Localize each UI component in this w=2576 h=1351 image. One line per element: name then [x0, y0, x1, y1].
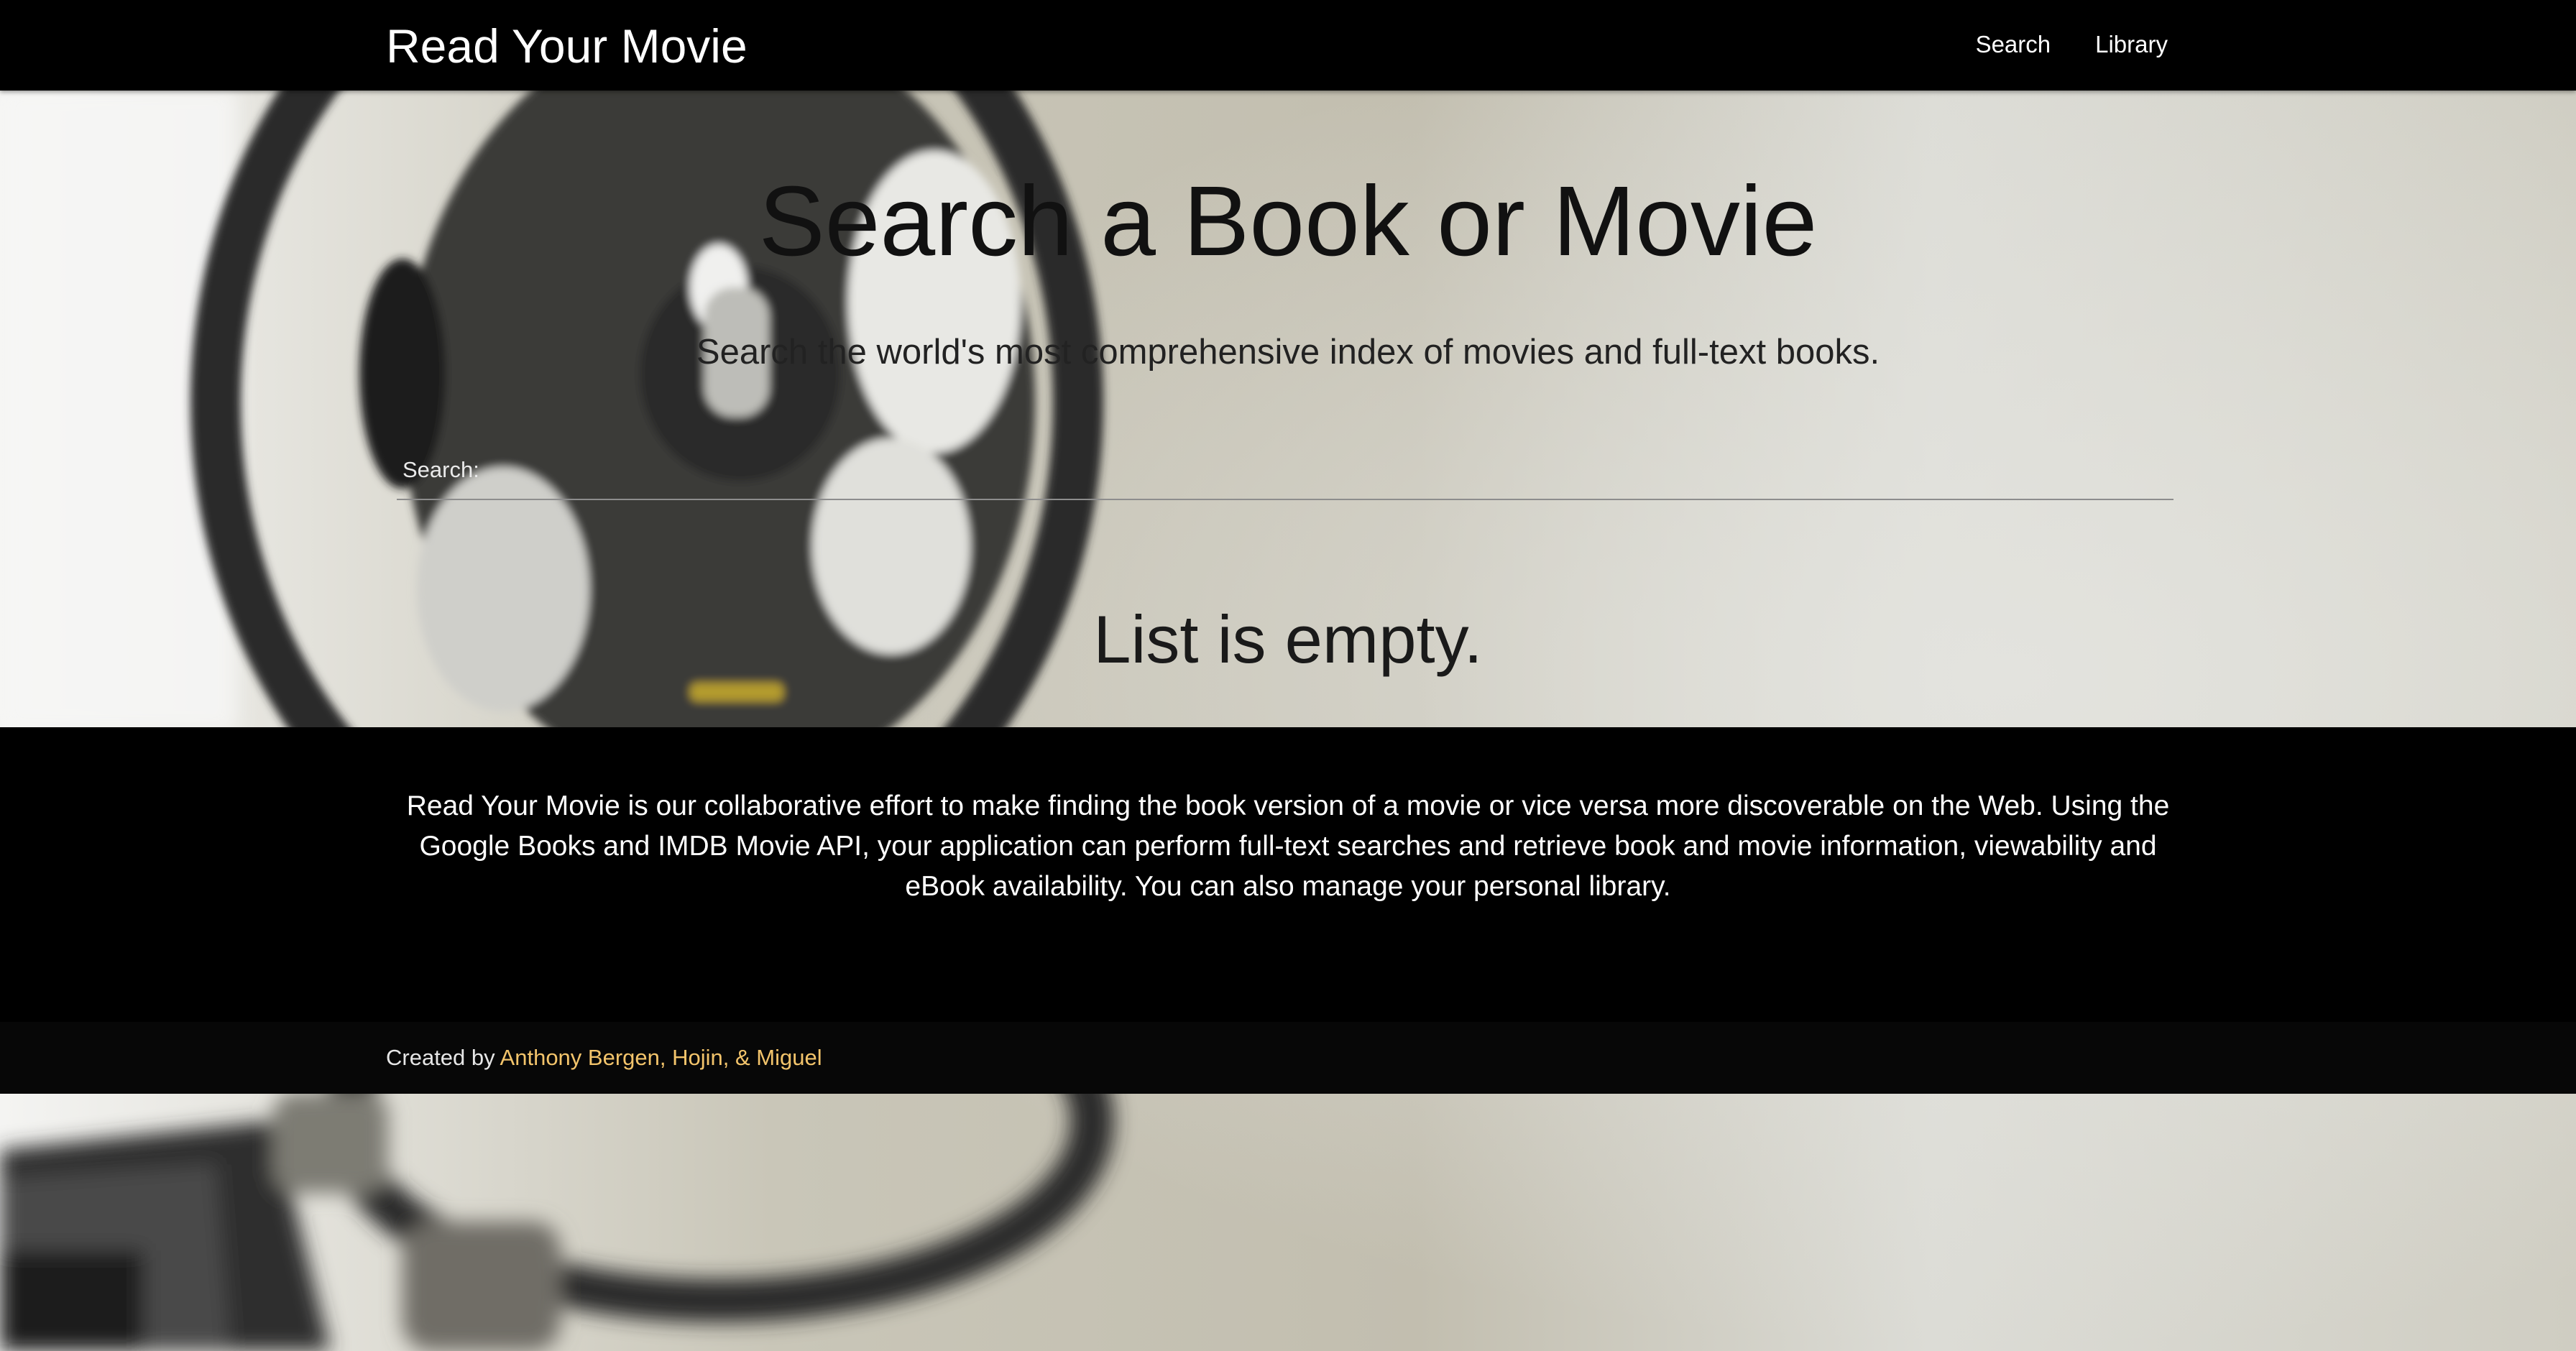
credits-text: Created by Anthony Bergen, Hojin, & Migu…	[386, 1042, 822, 1074]
brand-link[interactable]: Read Your Movie	[386, 17, 748, 75]
nav-link-library[interactable]: Library	[2095, 27, 2168, 62]
nav-link-search[interactable]: Search	[1976, 27, 2051, 62]
nav-links: Search Library	[1976, 27, 2168, 62]
credits-prefix: Created by	[386, 1045, 500, 1070]
footer-credits-bar: Created by Anthony Bergen, Hojin, & Migu…	[0, 1022, 2576, 1094]
top-navbar: Read Your Movie Search Library	[0, 0, 2576, 91]
footer: Read Your Movie is our collaborative eff…	[0, 727, 2576, 1022]
footer-description: Read Your Movie is our collaborative eff…	[406, 790, 2170, 902]
empty-list-message: List is empty.	[1093, 601, 1483, 677]
page-title: Search a Book or Movie	[758, 166, 1818, 277]
credits-authors-link[interactable]: Anthony Bergen, Hojin, & Miguel	[500, 1045, 822, 1070]
search-field: Search:	[397, 446, 2174, 502]
page-subtitle: Search the world's most comprehensive in…	[696, 333, 1880, 372]
search-input[interactable]	[397, 446, 2174, 500]
